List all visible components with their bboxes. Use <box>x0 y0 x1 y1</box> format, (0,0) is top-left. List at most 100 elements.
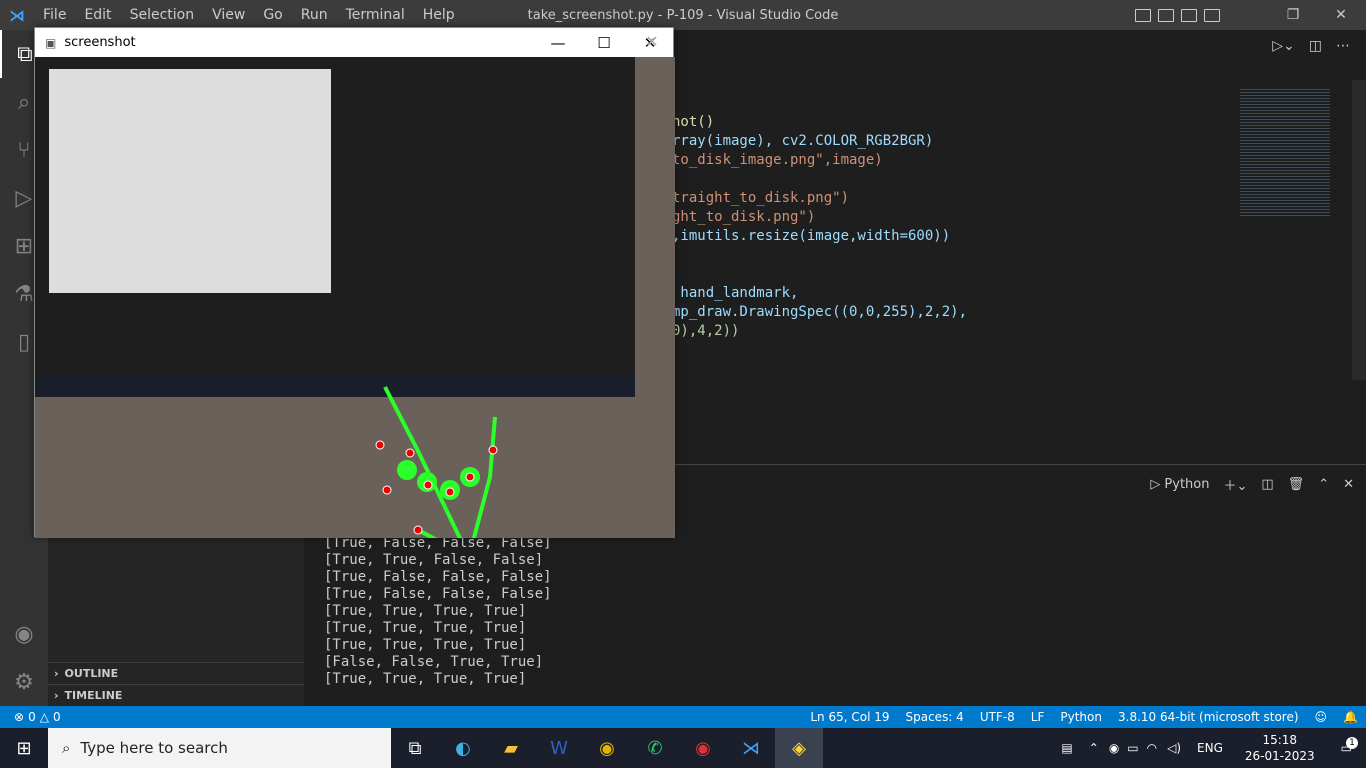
toggle-panel-icon[interactable] <box>1158 8 1174 22</box>
run-file-icon[interactable]: ▷⌄ <box>1272 38 1295 54</box>
menu-bar: File Edit Selection View Go Run Terminal… <box>34 7 464 23</box>
windows-taskbar: ⊞ ⌕ Type here to search ⧉ ◐ ▰ W ◉ ✆ ◉ ⋊ … <box>0 728 1366 768</box>
input-language[interactable]: ENG <box>1187 741 1233 755</box>
landmark-point <box>465 472 475 482</box>
wifi-icon[interactable]: ◠ <box>1143 741 1161 755</box>
landmark-point <box>382 485 392 495</box>
hand-landmarks-overlay <box>375 386 498 538</box>
terminal-profile-icon[interactable]: ▷ <box>1150 477 1160 492</box>
toggle-secondary-sidebar-icon[interactable] <box>1181 8 1197 22</box>
python-interpreter[interactable]: 3.8.10 64-bit (microsoft store) <box>1110 710 1307 724</box>
panel-actions: ▷ Python ＋⌄ ◫ 🗑 ⌃ ✕ <box>1150 475 1354 494</box>
show-hidden-icons-icon[interactable]: ⌃ <box>1083 741 1105 755</box>
task-view-icon[interactable]: ⧉ <box>391 728 439 768</box>
terminal-line: [True, True, True, True] <box>324 620 527 636</box>
edge-icon[interactable]: ◐ <box>439 728 487 768</box>
feedback-icon[interactable]: ☺ <box>1307 710 1336 724</box>
toggle-sidebar-icon[interactable] <box>1135 8 1151 22</box>
search-placeholder: Type here to search <box>80 739 228 757</box>
camera-frame-image <box>35 57 675 538</box>
screenshot-window[interactable]: ▣ screenshot — ☐ ✕ <box>34 27 675 538</box>
code-line[interactable]: mp_draw.DrawingSpec((0,0,255),2,2), <box>672 303 967 322</box>
notifications-bell-icon[interactable]: 🔔 <box>1335 710 1366 724</box>
notification-count: 1 <box>1346 737 1358 749</box>
editor-actions: ▷⌄ ◫ ⋯ <box>1272 38 1350 54</box>
more-actions-icon[interactable]: ⋯ <box>1336 38 1350 54</box>
code-line[interactable]: traight_to_disk.png") <box>672 189 849 208</box>
code-line[interactable]: ght_to_disk.png") <box>672 208 815 227</box>
screenshot-window-title: screenshot <box>64 35 136 50</box>
split-editor-icon[interactable]: ◫ <box>1309 38 1322 54</box>
menu-run[interactable]: Run <box>292 7 337 23</box>
problems-indicator[interactable]: ⊗ 0 △ 0 <box>14 710 61 724</box>
code-line[interactable]: 0),4,2)) <box>672 322 739 341</box>
outline-section[interactable]: › OUTLINE <box>48 662 304 684</box>
word-icon[interactable]: W <box>535 728 583 768</box>
cursor-position[interactable]: Ln 65, Col 19 <box>802 710 897 724</box>
battery-icon[interactable]: ▭ <box>1123 741 1142 755</box>
landmark-point <box>423 480 433 490</box>
title-bar: ⋊ File Edit Selection View Go Run Termin… <box>0 0 1366 30</box>
minimap[interactable] <box>1240 87 1330 217</box>
menu-terminal[interactable]: Terminal <box>337 7 414 23</box>
code-line[interactable]: ,imutils.resize(image,width=600)) <box>672 227 950 246</box>
ghost-close-icon[interactable]: ✕ <box>641 30 663 52</box>
end-of-line[interactable]: LF <box>1023 710 1053 724</box>
code-line[interactable]: hot() <box>672 113 714 132</box>
maximize-button[interactable]: ☐ <box>581 28 627 57</box>
landmark-point <box>445 487 455 497</box>
customize-layout-icon[interactable] <box>1204 8 1220 22</box>
vscode-logo-icon: ⋊ <box>9 6 25 25</box>
timeline-label: TIMELINE <box>64 689 123 702</box>
menu-go[interactable]: Go <box>254 7 291 23</box>
kill-terminal-icon[interactable]: 🗑 <box>1288 477 1305 492</box>
whatsapp-icon[interactable]: ✆ <box>631 728 679 768</box>
new-terminal-icon[interactable]: ＋⌄ <box>1223 475 1247 494</box>
menu-help[interactable]: Help <box>414 7 464 23</box>
menu-edit[interactable]: Edit <box>75 7 120 23</box>
account-icon[interactable]: ◉ <box>0 610 48 658</box>
close-button[interactable]: ✕ <box>1316 0 1366 30</box>
chrome-icon[interactable]: ◉ <box>583 728 631 768</box>
maximize-panel-icon[interactable]: ⌃ <box>1318 477 1329 492</box>
system-tray: ▤ ⌃ ◉ ▭ ◠ ◁) ENG 15:18 26-01-2023 ▭ 1 <box>1051 728 1366 768</box>
terminal-line: [True, True, False, False] <box>324 552 544 568</box>
keyboard-icon[interactable]: ▤ <box>1051 741 1082 755</box>
timeline-section[interactable]: › TIMELINE <box>48 684 304 706</box>
language-mode[interactable]: Python <box>1052 710 1110 724</box>
minimize-button[interactable]: — <box>535 28 581 57</box>
status-bar: ⊗ 0 △ 0 Ln 65, Col 19 Spaces: 4 UTF-8 LF… <box>0 706 1366 728</box>
landmark-point <box>488 445 498 455</box>
clock-date: 26-01-2023 <box>1244 749 1315 763</box>
clock[interactable]: 15:18 26-01-2023 <box>1233 732 1327 764</box>
code-line[interactable]: hand_landmark, <box>672 284 798 303</box>
file-explorer-icon[interactable]: ▰ <box>487 728 535 768</box>
settings-gear-icon[interactable]: ⚙ <box>0 658 48 706</box>
clock-time: 15:18 <box>1262 733 1298 747</box>
code-line[interactable]: rray(image), cv2.COLOR_RGB2BGR) <box>672 132 933 151</box>
split-terminal-icon[interactable]: ◫ <box>1261 477 1273 492</box>
indentation[interactable]: Spaces: 4 <box>898 710 972 724</box>
restore-button[interactable]: ❐ <box>1270 0 1316 30</box>
terminal-profile-label[interactable]: Python <box>1164 477 1209 492</box>
vscode-taskbar-icon[interactable]: ⋊ <box>727 728 775 768</box>
chevron-right-icon: › <box>54 667 59 680</box>
landmark-point <box>413 525 423 535</box>
python-taskbar-icon[interactable]: ◈ <box>775 728 823 768</box>
outline-label: OUTLINE <box>64 667 119 680</box>
error-count: 0 <box>28 710 36 724</box>
chrome-profile-icon[interactable]: ◉ <box>679 728 727 768</box>
encoding[interactable]: UTF-8 <box>972 710 1023 724</box>
menu-view[interactable]: View <box>203 7 254 23</box>
menu-file[interactable]: File <box>34 7 75 23</box>
menu-selection[interactable]: Selection <box>121 7 204 23</box>
volume-icon[interactable]: ◁) <box>1161 741 1187 755</box>
code-line[interactable]: to_disk_image.png",image) <box>672 151 883 170</box>
taskbar-search-box[interactable]: ⌕ Type here to search <box>48 728 391 768</box>
scrollbar[interactable] <box>1352 80 1366 380</box>
start-windows-icon[interactable]: ⊞ <box>0 728 48 768</box>
notification-center-icon[interactable]: ▭ 1 <box>1327 737 1366 755</box>
camera-icon[interactable]: ◉ <box>1105 741 1123 755</box>
close-panel-icon[interactable]: ✕ <box>1343 477 1354 492</box>
terminal-line: [True, True, True, True] <box>324 603 527 619</box>
